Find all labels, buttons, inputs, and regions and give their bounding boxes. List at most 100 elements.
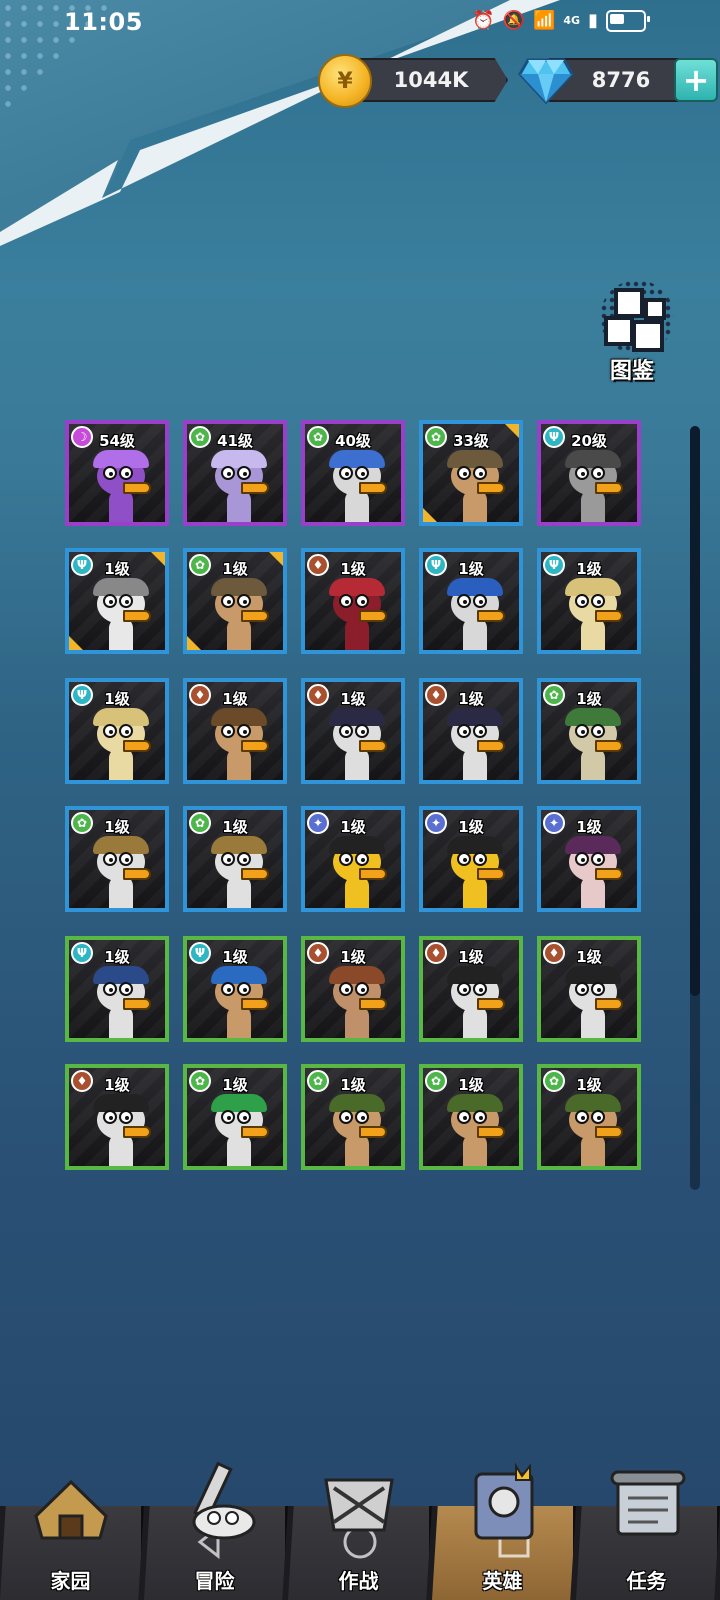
hero-card[interactable]: ✿ 40级	[301, 420, 405, 526]
hero-level: 1级	[222, 690, 248, 708]
nav-label: 任务	[626, 1569, 667, 1593]
add-gems-button[interactable]: +	[674, 58, 718, 102]
hero-level: 1级	[104, 1076, 130, 1094]
hero-level: 1级	[458, 560, 484, 578]
hero-level: 41级	[217, 432, 253, 450]
hero-portrait	[207, 836, 271, 908]
hero-portrait	[443, 1094, 507, 1166]
wifi-icon: 📶	[532, 10, 556, 31]
hero-card[interactable]: ✿ 1级	[419, 1064, 523, 1170]
mute-icon: 🔕	[502, 10, 525, 31]
hero-level: 1级	[576, 690, 602, 708]
hero-card[interactable]: ♦ 1级	[301, 936, 405, 1042]
hero-level: 1级	[576, 1076, 602, 1094]
hero-portrait	[207, 578, 271, 650]
hero-card[interactable]: ✿ 1级	[65, 806, 169, 912]
hero-portrait	[561, 578, 625, 650]
quest-scroll-icon	[610, 1470, 686, 1536]
hero-portrait	[325, 450, 389, 522]
codex-button[interactable]: 图鉴	[592, 276, 678, 384]
hero-card[interactable]: ♦ 1级	[183, 678, 287, 784]
hero-portrait	[325, 708, 389, 780]
hero-card[interactable]: ✦ 1级	[537, 806, 641, 912]
hero-level: 1级	[340, 948, 366, 966]
nav-label: 英雄	[482, 1569, 523, 1593]
alarm-icon: ⏰	[472, 10, 495, 31]
hero-level: 1级	[222, 818, 248, 836]
hero-card[interactable]: ♦ 1级	[65, 1064, 169, 1170]
hero-portrait	[207, 1094, 271, 1166]
scrollbar[interactable]	[690, 426, 700, 1190]
hero-level: 1级	[576, 560, 602, 578]
diamond-icon	[518, 58, 574, 105]
scrollbar-thumb[interactable]	[690, 426, 700, 996]
hero-card[interactable]: ☽ 54级	[65, 420, 169, 526]
hero-level: 20级	[571, 432, 607, 450]
hero-portrait	[443, 450, 507, 522]
hero-portrait	[561, 708, 625, 780]
nav-label: 作战	[338, 1569, 379, 1593]
hero-card[interactable]: ♦ 1级	[419, 678, 523, 784]
hero-level: 1级	[458, 818, 484, 836]
hero-card[interactable]: ✿ 1级	[537, 678, 641, 784]
status-icons: ⏰ 🔕 📶 4G ▮	[472, 10, 650, 32]
hero-card[interactable]: ✿ 1级	[537, 1064, 641, 1170]
hero-portrait	[443, 578, 507, 650]
hero-level: 1级	[222, 948, 248, 966]
coin-counter[interactable]: ¥ 1044K	[318, 54, 508, 108]
hero-portrait	[207, 966, 271, 1038]
battle-icon	[324, 1478, 394, 1532]
hero-card[interactable]: ✿ 41级	[183, 420, 287, 526]
hero-level: 1级	[576, 818, 602, 836]
hero-level: 1级	[340, 818, 366, 836]
hero-card[interactable]: ✦ 1级	[419, 806, 523, 912]
hero-level: 1级	[458, 1076, 484, 1094]
hero-card[interactable]: ✿ 1级	[183, 548, 287, 654]
hero-book-icon	[474, 1462, 534, 1540]
home-icon	[34, 1479, 108, 1540]
hero-level: 1级	[340, 1076, 366, 1094]
hero-card[interactable]: Ψ 1级	[65, 936, 169, 1042]
gem-counter[interactable]: 8776 +	[518, 58, 718, 105]
hero-portrait	[325, 1094, 389, 1166]
hero-card[interactable]: Ψ 1级	[419, 548, 523, 654]
hero-portrait	[89, 1094, 153, 1166]
battery-icon	[606, 10, 650, 32]
hero-portrait	[89, 966, 153, 1038]
hero-portrait	[325, 836, 389, 908]
hero-level: 1级	[104, 818, 130, 836]
hero-portrait	[89, 708, 153, 780]
plus-icon: +	[682, 61, 710, 99]
codex-label: 图鉴	[610, 359, 655, 384]
hero-card[interactable]: ✦ 1级	[301, 806, 405, 912]
hero-card[interactable]: Ψ 1级	[537, 548, 641, 654]
signal-icon: ▮	[588, 10, 598, 31]
hero-card[interactable]: Ψ 1级	[65, 678, 169, 784]
hero-portrait	[561, 1094, 625, 1166]
hero-level: 1级	[222, 560, 248, 578]
hero-card[interactable]: ♦ 1级	[419, 936, 523, 1042]
hero-level: 1级	[104, 948, 130, 966]
hero-portrait	[443, 836, 507, 908]
hero-card[interactable]: ♦ 1级	[301, 548, 405, 654]
hero-card[interactable]: Ψ 1级	[183, 936, 287, 1042]
hero-card[interactable]: ✿ 33级	[419, 420, 523, 526]
hero-card[interactable]: ✿ 1级	[183, 1064, 287, 1170]
hero-portrait	[325, 578, 389, 650]
hero-portrait	[561, 450, 625, 522]
hero-level: 1级	[340, 690, 366, 708]
hero-card[interactable]: ✿ 1级	[301, 1064, 405, 1170]
hero-level: 54级	[99, 432, 135, 450]
hero-portrait	[443, 966, 507, 1038]
hero-card[interactable]: Ψ 1级	[65, 548, 169, 654]
hero-card[interactable]: ♦ 1级	[537, 936, 641, 1042]
hero-portrait	[207, 450, 271, 522]
hero-card[interactable]: ♦ 1级	[301, 678, 405, 784]
status-bar: 11:05 ⏰ 🔕 📶 4G ▮	[0, 0, 720, 46]
hero-portrait	[89, 450, 153, 522]
hero-card[interactable]: ✿ 1级	[183, 806, 287, 912]
hero-portrait	[89, 836, 153, 908]
hero-level: 1级	[458, 948, 484, 966]
hero-card[interactable]: Ψ 20级	[537, 420, 641, 526]
coin-icon: ¥	[318, 54, 372, 108]
